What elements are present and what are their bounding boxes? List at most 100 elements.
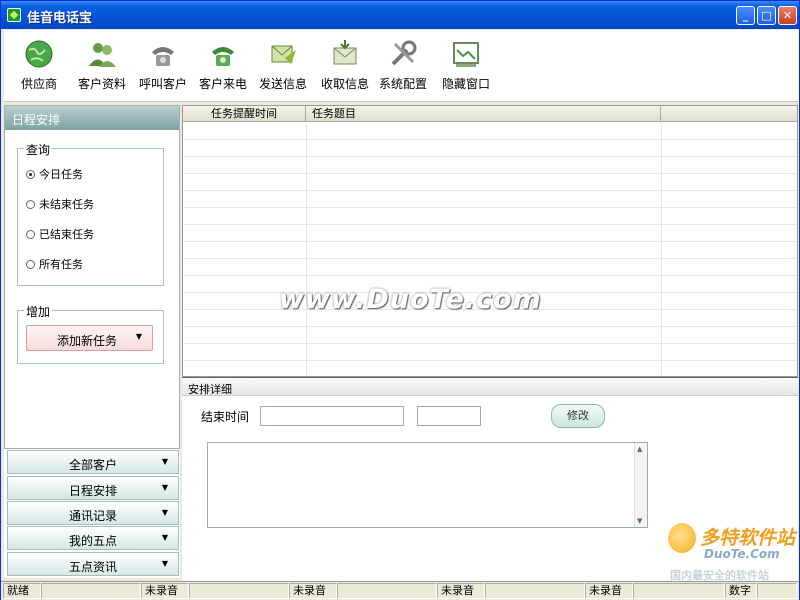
logo-brand: 多特软件站 <box>700 527 796 549</box>
task-grid-header: 任务提醒时间 任务题目 <box>183 106 797 122</box>
column-header-remind-time[interactable]: 任务提醒时间 <box>183 106 306 121</box>
end-time-input[interactable] <box>417 406 481 426</box>
nav-label: 五点资讯 <box>68 560 117 574</box>
schedule-panel-title: 日程安排 <box>5 106 179 130</box>
grid-divider <box>306 123 307 376</box>
radio-icon <box>26 200 35 209</box>
toolbar-label: 系统配置 <box>378 77 427 91</box>
end-time-label: 结束时间 <box>201 410 250 424</box>
status-line1: 未录音 <box>141 583 189 599</box>
hide-window-icon <box>453 42 479 67</box>
radio-unfinished-tasks[interactable]: 未结束任务 <box>26 196 94 212</box>
toolbar-call-customer[interactable]: 呼叫客户 <box>136 38 190 92</box>
users-icon <box>89 43 116 67</box>
toolbar-supplier[interactable]: 供应商 <box>18 38 60 92</box>
query-group: 查询 今日任务 未结束任务 已结束任务 所有任务 <box>17 141 164 286</box>
detail-textarea[interactable]: ▲ ▼ <box>207 442 648 528</box>
window-title: 佳音电话宝 <box>27 11 93 26</box>
mascot-icon <box>668 523 696 553</box>
toolbar-customer-info[interactable]: 客户资料 <box>75 38 129 92</box>
column-header-task-title[interactable]: 任务题目 <box>306 106 661 121</box>
site-logo: 多特软件站 DuoTe.Com 国内最安全的软件站 <box>664 519 798 582</box>
app-window: 佳音电话宝 _ □ ✕ 供应商 客户资料 呼叫客户 客户来电 发送信息 收取信息… <box>0 0 800 600</box>
chevron-down-icon: ▼ <box>135 332 142 341</box>
radio-label: 未结束任务 <box>39 198 94 211</box>
toolbar: 供应商 客户资料 呼叫客户 客户来电 发送信息 收取信息 系统配置 隐藏窗口 <box>4 30 798 102</box>
radio-icon <box>26 260 35 269</box>
add-new-task-label: 添加新任务 <box>57 334 118 348</box>
scroll-down-icon[interactable]: ▼ <box>637 517 642 525</box>
phone-in-icon <box>212 47 234 66</box>
toolbar-label: 客户来电 <box>198 77 247 91</box>
tools-icon <box>391 40 417 66</box>
query-group-title: 查询 <box>24 141 53 158</box>
left-nav: 全部客户 ▼ 日程安排 ▼ 通讯记录 ▼ 我的五点 ▼ 五点资讯 ▼ <box>4 449 180 578</box>
nav-label: 通讯记录 <box>68 509 117 523</box>
status-numlock: 数字 <box>725 583 757 599</box>
toolbar-label: 客户资料 <box>77 77 126 91</box>
radio-finished-tasks[interactable]: 已结束任务 <box>26 226 94 242</box>
task-grid[interactable]: 任务提醒时间 任务题目 <box>182 105 798 377</box>
title-bar[interactable]: 佳音电话宝 _ □ ✕ <box>1 1 799 29</box>
end-date-input[interactable] <box>260 406 404 426</box>
chevron-down-icon: ▼ <box>161 483 168 492</box>
nav-wudian-news[interactable]: 五点资讯 ▼ <box>7 552 179 576</box>
toolbar-label: 发送信息 <box>258 77 307 91</box>
add-group: 增加 添加新任务 ▼ <box>17 303 164 364</box>
radio-icon <box>26 230 35 239</box>
app-icon <box>7 8 21 22</box>
toolbar-incoming-call[interactable]: 客户来电 <box>196 38 250 92</box>
maximize-button[interactable]: □ <box>757 6 776 25</box>
close-button[interactable]: ✕ <box>778 6 797 25</box>
toolbar-receive-message[interactable]: 收取信息 <box>318 38 372 92</box>
nav-label: 全部客户 <box>68 458 117 472</box>
logo-site: DuoTe.Com <box>704 547 780 561</box>
toolbar-label: 隐藏窗口 <box>441 77 490 91</box>
nav-my-wudian[interactable]: 我的五点 ▼ <box>7 526 179 550</box>
column-header-empty <box>661 106 797 121</box>
chevron-down-icon: ▼ <box>161 559 168 568</box>
grid-divider <box>661 123 662 376</box>
chevron-down-icon: ▼ <box>161 533 168 542</box>
task-grid-rows <box>183 123 797 376</box>
receive-message-icon <box>333 40 357 65</box>
radio-label: 今日任务 <box>39 168 83 181</box>
scrollbar[interactable]: ▲ ▼ <box>634 443 647 527</box>
radio-label: 已结束任务 <box>39 228 94 241</box>
toolbar-label: 供应商 <box>20 77 57 91</box>
toolbar-send-message[interactable]: 发送信息 <box>256 38 310 92</box>
add-group-title: 增加 <box>24 303 53 320</box>
status-ready: 就绪 <box>3 583 41 599</box>
detail-panel-title: 安排详细 <box>182 378 798 396</box>
status-bar: 就绪 未录音 未录音 未录音 未录音 数字 <box>1 581 799 600</box>
add-new-task-button[interactable]: 添加新任务 ▼ <box>26 325 153 351</box>
nav-schedule[interactable]: 日程安排 ▼ <box>7 476 179 500</box>
modify-button[interactable]: 修改 <box>551 404 605 428</box>
status-line3: 未录音 <box>437 583 485 599</box>
nav-label: 日程安排 <box>68 484 117 498</box>
status-cell <box>41 583 141 599</box>
globe-icon <box>25 40 53 68</box>
toolbar-system-config[interactable]: 系统配置 <box>376 38 430 92</box>
scroll-up-icon[interactable]: ▲ <box>637 445 642 453</box>
minimize-button[interactable]: _ <box>736 6 755 25</box>
nav-call-records[interactable]: 通讯记录 ▼ <box>7 501 179 525</box>
radio-today-tasks[interactable]: 今日任务 <box>26 166 83 182</box>
watermark-text: www.DuoTe.com <box>279 284 542 315</box>
radio-label: 所有任务 <box>39 258 83 271</box>
nav-label: 我的五点 <box>68 534 117 548</box>
status-cell <box>337 583 437 599</box>
status-cell <box>485 583 585 599</box>
chevron-down-icon: ▼ <box>161 508 168 517</box>
toolbar-label: 呼叫客户 <box>138 77 187 91</box>
phone-out-icon <box>152 47 174 66</box>
radio-selected-icon <box>26 170 35 179</box>
status-line4: 未录音 <box>585 583 633 599</box>
toolbar-hide-window[interactable]: 隐藏窗口 <box>439 38 493 92</box>
status-cell <box>757 583 797 599</box>
toolbar-label: 收取信息 <box>320 77 369 91</box>
nav-all-customers[interactable]: 全部客户 ▼ <box>7 450 179 474</box>
radio-all-tasks[interactable]: 所有任务 <box>26 256 83 272</box>
send-message-icon <box>271 45 296 64</box>
schedule-panel: 日程安排 查询 今日任务 未结束任务 已结束任务 所有任务 增加 添加新任务 ▼ <box>4 105 180 449</box>
